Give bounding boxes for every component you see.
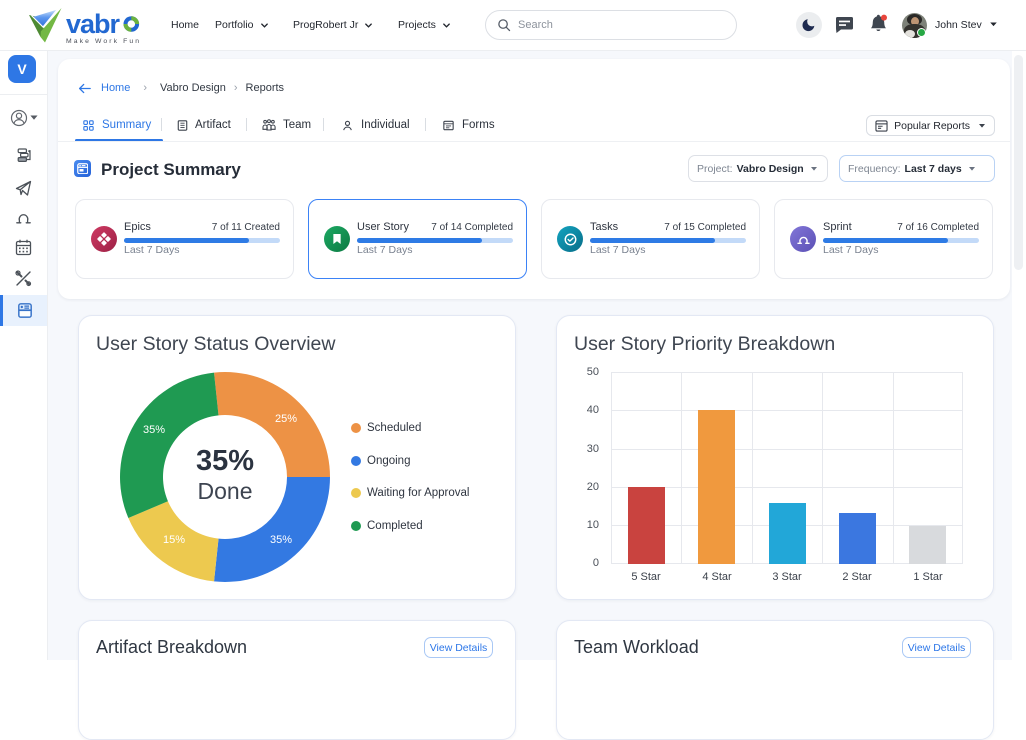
svg-text:vabr: vabr <box>66 9 121 39</box>
svg-text:Make Work Fun: Make Work Fun <box>66 38 140 44</box>
